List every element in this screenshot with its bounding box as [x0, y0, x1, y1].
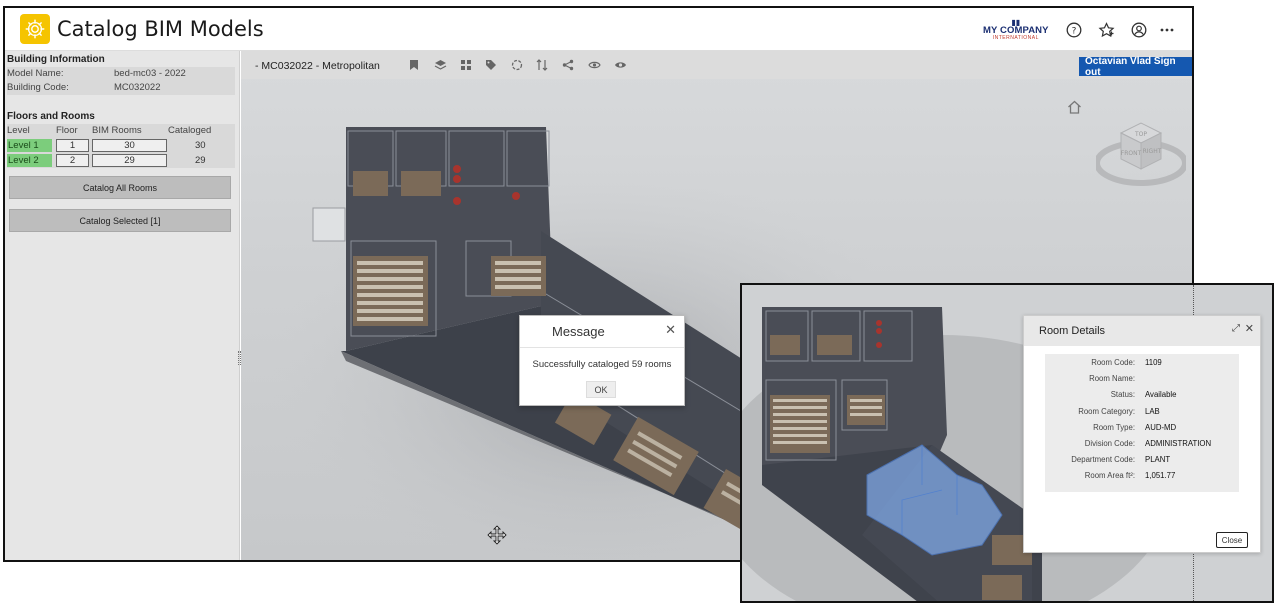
field-label: Room Category: — [1078, 406, 1135, 416]
floors-title: Floors and Rooms — [7, 111, 95, 122]
room-details-close-button[interactable]: Close — [1216, 532, 1248, 548]
settings-icon[interactable] — [613, 58, 627, 72]
field-row: Status: Available — [1045, 386, 1239, 402]
field-label: Department Code: — [1071, 455, 1135, 465]
field-label: Room Area ft²: — [1084, 471, 1135, 481]
home-icon[interactable] — [1067, 100, 1082, 117]
cataloged-cell: 30 — [195, 140, 206, 151]
field-value: 1109 — [1145, 358, 1162, 367]
col-cataloged: Cataloged — [168, 125, 212, 136]
level-cell[interactable]: Level 1 — [7, 139, 52, 152]
grid-icon[interactable] — [459, 58, 473, 72]
help-icon[interactable]: ? — [1065, 21, 1083, 39]
building-code-value: MC032022 — [114, 82, 161, 93]
building-code-label: Building Code: — [7, 82, 69, 93]
company-logo: ▮▮ MY COMPANY INTERNATIONAL — [983, 19, 1049, 41]
field-value: ADMINISTRATION — [1145, 438, 1212, 448]
message-dialog-text: Successfully cataloged 59 rooms — [532, 359, 672, 370]
catalog-all-button[interactable]: Catalog All Rooms — [9, 176, 231, 199]
room-details-header: Room Details ⤢ ✕ — [1024, 316, 1260, 346]
message-dialog-title: Message — [552, 324, 605, 339]
building-info-title: Building Information — [7, 54, 105, 65]
ok-button[interactable]: OK — [586, 381, 616, 398]
field-label: Room Code: — [1091, 358, 1135, 367]
left-panel: Building Information Model Name: bed-mc0… — [5, 51, 241, 560]
field-value: LAB — [1145, 406, 1160, 416]
viewcube[interactable]: TOP FRONT RIGHT — [1096, 111, 1186, 191]
field-row: Room Area ft²: 1,051.77 — [1045, 467, 1239, 483]
signout-button[interactable]: Octavian Vlad Sign out — [1079, 56, 1192, 78]
message-dialog: Message ✕ Successfully cataloged 59 room… — [519, 315, 685, 406]
field-label: Room Type: — [1093, 422, 1135, 432]
viewcube-front-label: FRONT — [1121, 150, 1142, 157]
field-row: Department Code: PLANT — [1045, 451, 1239, 467]
inset-viewer: Room Details ⤢ ✕ Room Code: 1109 Room Na… — [740, 283, 1274, 603]
rotate-icon[interactable] — [510, 58, 524, 72]
viewcube-right-label: RIGHT — [1143, 148, 1162, 155]
model-name-value: bed-mc03 - 2022 — [114, 68, 186, 79]
sort-icon[interactable] — [535, 58, 549, 72]
app-logo — [20, 14, 50, 44]
field-value: 1,051.77 — [1145, 471, 1176, 481]
col-bim-rooms: BIM Rooms — [92, 125, 142, 136]
field-row: Room Code: 1109 — [1045, 354, 1239, 370]
floor-row[interactable]: Level 2 2 29 29 — [7, 153, 235, 168]
floors-table: Level Floor BIM Rooms Cataloged Level 1 … — [7, 124, 235, 168]
cataloged-cell: 29 — [195, 155, 206, 166]
viewcube-top-label: TOP — [1134, 131, 1147, 138]
eye-icon[interactable] — [587, 58, 601, 72]
col-floor: Floor — [56, 125, 78, 136]
field-row: Division Code: ADMINISTRATION — [1045, 435, 1239, 451]
field-row: Room Category: LAB — [1045, 403, 1239, 419]
expand-icon[interactable]: ⤢ — [1232, 323, 1240, 334]
field-value: Available — [1145, 390, 1177, 400]
floors-table-header: Level Floor BIM Rooms Cataloged — [7, 124, 235, 138]
share-icon[interactable] — [561, 58, 575, 72]
tag-icon[interactable] — [484, 58, 498, 72]
level-cell[interactable]: Level 2 — [7, 154, 52, 167]
field-row: Room Name: — [1045, 370, 1239, 386]
building-info-block: Model Name: bed-mc03 - 2022 Building Cod… — [7, 67, 235, 95]
gear-icon — [25, 19, 45, 39]
field-value: AUD-MD — [1145, 422, 1177, 432]
bim-rooms-cell[interactable]: 30 — [92, 139, 167, 152]
viewer-toolbar: - MC032022 - Metropolitan Octavian Vlad … — [241, 51, 1192, 79]
model-name-label: Model Name: — [7, 68, 64, 79]
app-header: Catalog BIM Models ▮▮ MY COMPANY INTERNA… — [5, 8, 1192, 51]
more-icon[interactable] — [1158, 21, 1176, 39]
floor-cell[interactable]: 2 — [56, 154, 89, 167]
close-icon[interactable]: ✕ — [1245, 322, 1254, 335]
bookmark-icon[interactable] — [407, 58, 421, 72]
app-title: Catalog BIM Models — [57, 17, 264, 41]
catalog-selected-button[interactable]: Catalog Selected [1] — [9, 209, 231, 232]
room-details-title: Room Details — [1039, 325, 1106, 337]
room-details-panel: Room Details ⤢ ✕ Room Code: 1109 Room Na… — [1023, 315, 1261, 553]
svg-text:?: ? — [1072, 27, 1077, 37]
company-sub: INTERNATIONAL — [992, 34, 1039, 41]
building-code-row: Building Code: MC032022 — [7, 81, 235, 95]
close-icon[interactable]: ✕ — [665, 322, 676, 338]
room-details-fields: Room Code: 1109 Room Name: Status: Avail… — [1045, 354, 1239, 492]
field-label: Status: — [1110, 390, 1135, 400]
model-title: - MC032022 - Metropolitan — [255, 60, 380, 72]
account-icon[interactable] — [1130, 21, 1148, 39]
field-row: Room Type: AUD-MD — [1045, 419, 1239, 435]
floor-row[interactable]: Level 1 1 30 30 — [7, 138, 235, 153]
bim-rooms-cell[interactable]: 29 — [92, 154, 167, 167]
field-label: Division Code: — [1084, 438, 1135, 448]
model-name-row: Model Name: bed-mc03 - 2022 — [7, 67, 235, 81]
field-value: PLANT — [1145, 455, 1171, 465]
floor-cell[interactable]: 1 — [56, 139, 89, 152]
col-level: Level — [7, 125, 30, 136]
field-label: Room Name: — [1089, 374, 1135, 384]
divider — [520, 347, 684, 348]
favorites-icon[interactable] — [1097, 21, 1115, 39]
move-cursor-icon — [487, 525, 507, 545]
layers-icon[interactable] — [433, 58, 447, 72]
